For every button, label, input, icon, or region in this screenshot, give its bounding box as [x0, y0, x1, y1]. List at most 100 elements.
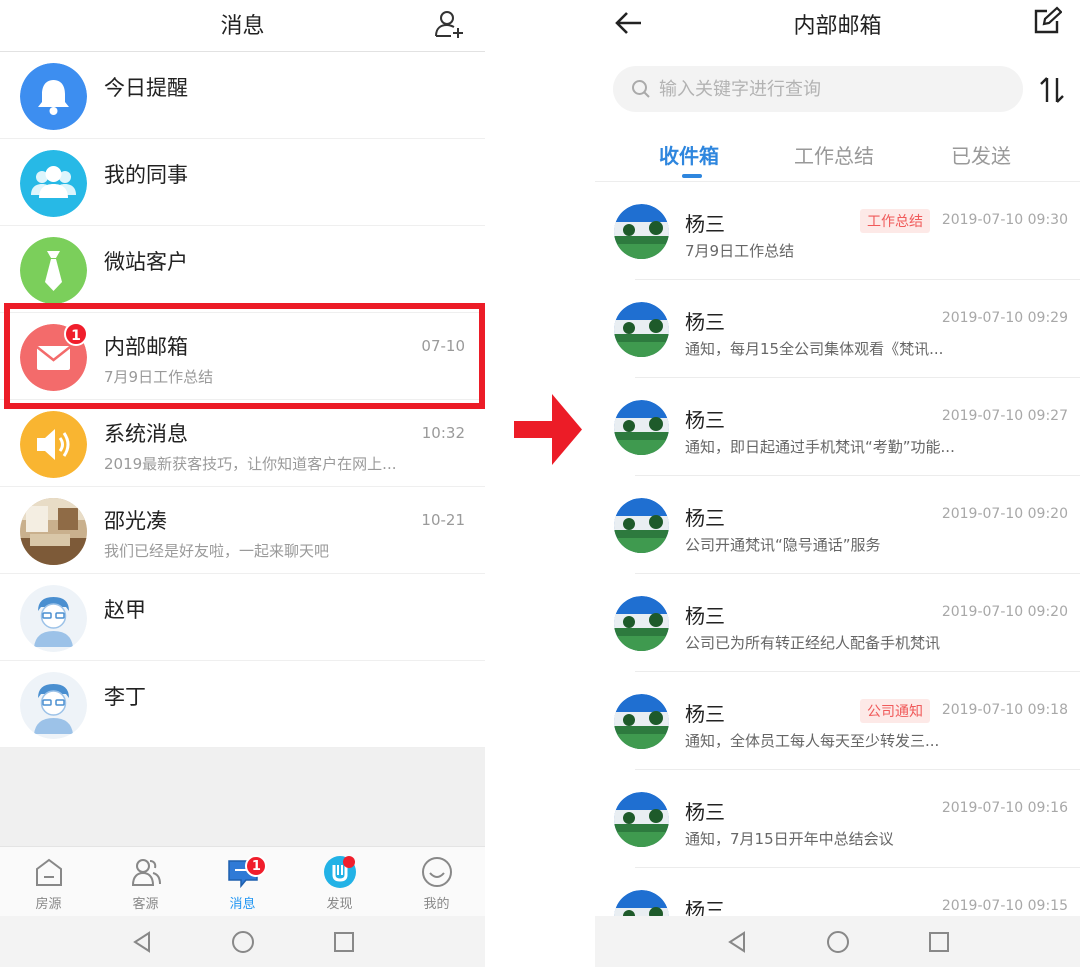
- mail-time: 2019-07-10 09:20: [941, 506, 1068, 522]
- mail-item[interactable]: 杨三 2019-07-10 09:20 公司开通梵讯“隐号通话”服务: [595, 476, 1080, 574]
- mailbox-header: 内部邮箱: [595, 0, 1080, 50]
- back-triangle-icon[interactable]: [724, 929, 750, 955]
- avatar: [614, 302, 669, 357]
- mail-preview: 通知，全体员工每人每天至少转发三...: [685, 732, 940, 750]
- search-bar: [613, 66, 1023, 112]
- tab-work-summary[interactable]: 工作总结: [794, 140, 874, 169]
- messages-header: 消息: [0, 0, 485, 52]
- sender-name: 杨三: [685, 506, 725, 530]
- message-name: 邵光凑: [104, 509, 167, 533]
- house-icon: [35, 858, 62, 886]
- mail-item[interactable]: 杨三 2019-07-10 09:16 通知，7月15日开年中总结会议: [595, 770, 1080, 868]
- avatar: [614, 498, 669, 553]
- tab-label: 房源: [35, 897, 62, 912]
- tab-listings[interactable]: 房源: [0, 847, 97, 916]
- mail-item[interactable]: 杨三 公司通知 2019-07-10 09:18 通知，全体员工每人每天至少转发…: [595, 672, 1080, 770]
- recents-square-icon[interactable]: [331, 929, 357, 955]
- bottom-tabbar: 房源 客源 1 消息 发现 我的: [0, 846, 485, 916]
- mail-preview: 通知，每月15全公司集体观看《梵讯...: [685, 340, 944, 358]
- sender-name: 杨三: [685, 702, 725, 726]
- message-name: 今日提醒: [104, 76, 188, 100]
- mail-preview: 公司已为所有转正经纪人配备手机梵讯: [685, 634, 941, 652]
- tab-label: 发现: [326, 897, 353, 912]
- sender-name: 杨三: [685, 604, 725, 628]
- sender-name: 杨三: [685, 898, 725, 916]
- mail-time: 2019-07-10 09:27: [941, 408, 1068, 424]
- mail-preview: 7月9日工作总结: [685, 242, 795, 260]
- message-name: 微站客户: [104, 250, 188, 274]
- mail-preview: 通知，7月15日开年中总结会议: [685, 830, 894, 848]
- back-triangle-icon[interactable]: [129, 929, 155, 955]
- message-item-today-reminder[interactable]: 今日提醒: [0, 52, 485, 139]
- mail-time: 2019-07-10 09:16: [941, 800, 1068, 816]
- sender-name: 杨三: [685, 212, 725, 236]
- people-icon: [131, 859, 161, 886]
- page-title: 消息: [220, 14, 265, 39]
- message-preview: 2019最新获客技巧，让你知道客户在网上...: [104, 455, 397, 473]
- tab-sent[interactable]: 已发送: [951, 140, 1011, 169]
- compose-icon[interactable]: [1032, 6, 1062, 36]
- message-item-contact[interactable]: 邵光凑 我们已经是好友啦，一起来聊天吧 10-21: [0, 487, 485, 574]
- message-name: 我的同事: [104, 163, 188, 187]
- message-item-colleagues[interactable]: 我的同事: [0, 139, 485, 226]
- mail-time: 2019-07-10 09:30: [941, 212, 1068, 228]
- message-time: 10:32: [421, 424, 465, 442]
- message-item-contact[interactable]: 李丁: [0, 661, 485, 748]
- sender-name: 杨三: [685, 408, 725, 432]
- tab-label: 客源: [132, 897, 159, 912]
- message-item-internal-mailbox[interactable]: 1 内部邮箱 7月9日工作总结 07-10: [0, 313, 485, 400]
- mail-item[interactable]: 杨三 2019-07-10 09:15: [595, 868, 1080, 916]
- message-name: 赵甲: [104, 598, 146, 622]
- page-title: 内部邮箱: [793, 14, 882, 39]
- sender-name: 杨三: [685, 800, 725, 824]
- messages-screen: 消息 今日提醒 我的同事 微站客户 1 内部邮箱 7月9日工作总结 07-10 …: [0, 0, 485, 967]
- add-contact-icon[interactable]: [433, 8, 465, 40]
- tab-messages[interactable]: 1 消息: [194, 847, 291, 916]
- message-item-system[interactable]: 系统消息 2019最新获客技巧，让你知道客户在网上... 10:32: [0, 400, 485, 487]
- mail-item[interactable]: 杨三 2019-07-10 09:20 公司已为所有转正经纪人配备手机梵讯: [595, 574, 1080, 672]
- tab-badge: 1: [245, 855, 268, 877]
- system-navbar: [595, 916, 1080, 967]
- search-icon: [632, 80, 650, 98]
- mailbox-tabs: 收件箱 工作总结 已发送: [595, 130, 1080, 182]
- tie-icon: [20, 237, 87, 304]
- message-item-contact[interactable]: 赵甲: [0, 574, 485, 661]
- message-preview: 我们已经是好友啦，一起来聊天吧: [104, 542, 330, 560]
- mail-preview: 通知，即日起通过手机梵讯“考勤”功能...: [685, 438, 955, 456]
- avatar: [614, 890, 669, 916]
- mail-time: 2019-07-10 09:18: [941, 702, 1068, 718]
- message-item-microsite-clients[interactable]: 微站客户: [0, 226, 485, 313]
- avatar: [614, 694, 669, 749]
- tab-discover[interactable]: 发现: [291, 847, 388, 916]
- default-avatar-icon: [20, 585, 87, 652]
- message-time: 07-10: [421, 337, 465, 355]
- home-circle-icon[interactable]: [825, 929, 851, 955]
- tab-inbox[interactable]: 收件箱: [659, 140, 719, 169]
- home-circle-icon[interactable]: [230, 929, 256, 955]
- mail-item[interactable]: 杨三 2019-07-10 09:29 通知，每月15全公司集体观看《梵讯...: [595, 280, 1080, 378]
- system-navbar: [0, 916, 485, 967]
- tab-clients[interactable]: 客源: [97, 847, 194, 916]
- default-avatar-icon: [20, 672, 87, 739]
- tab-me[interactable]: 我的: [388, 847, 485, 916]
- mailbox-screen: 内部邮箱 收件箱 工作总结 已发送 杨三: [595, 0, 1080, 967]
- mail-time: 2019-07-10 09:29: [941, 310, 1068, 326]
- message-preview: 7月9日工作总结: [104, 368, 214, 386]
- tab-label: 我的: [423, 897, 450, 912]
- message-time: 10-21: [421, 511, 465, 529]
- sort-icon[interactable]: [1036, 74, 1068, 106]
- mail-time: 2019-07-10 09:15: [941, 898, 1068, 914]
- colleagues-icon: [20, 150, 87, 217]
- unread-badge: 1: [64, 322, 88, 346]
- speaker-icon: [20, 411, 87, 478]
- message-list: 今日提醒 我的同事 微站客户 1 内部邮箱 7月9日工作总结 07-10 系统消…: [0, 52, 485, 748]
- search-input[interactable]: [659, 66, 1009, 112]
- mail-time: 2019-07-10 09:20: [941, 604, 1068, 620]
- bell-icon: [20, 63, 87, 130]
- composite-screenshot: 消息 今日提醒 我的同事 微站客户 1 内部邮箱 7月9日工作总结 07-10 …: [0, 0, 1080, 967]
- empty-area: [0, 748, 485, 846]
- mail-item[interactable]: 杨三 工作总结 2019-07-10 09:30 7月9日工作总结: [595, 182, 1080, 280]
- avatar: [20, 498, 87, 565]
- mail-item[interactable]: 杨三 2019-07-10 09:27 通知，即日起通过手机梵讯“考勤”功能..…: [595, 378, 1080, 476]
- recents-square-icon[interactable]: [926, 929, 952, 955]
